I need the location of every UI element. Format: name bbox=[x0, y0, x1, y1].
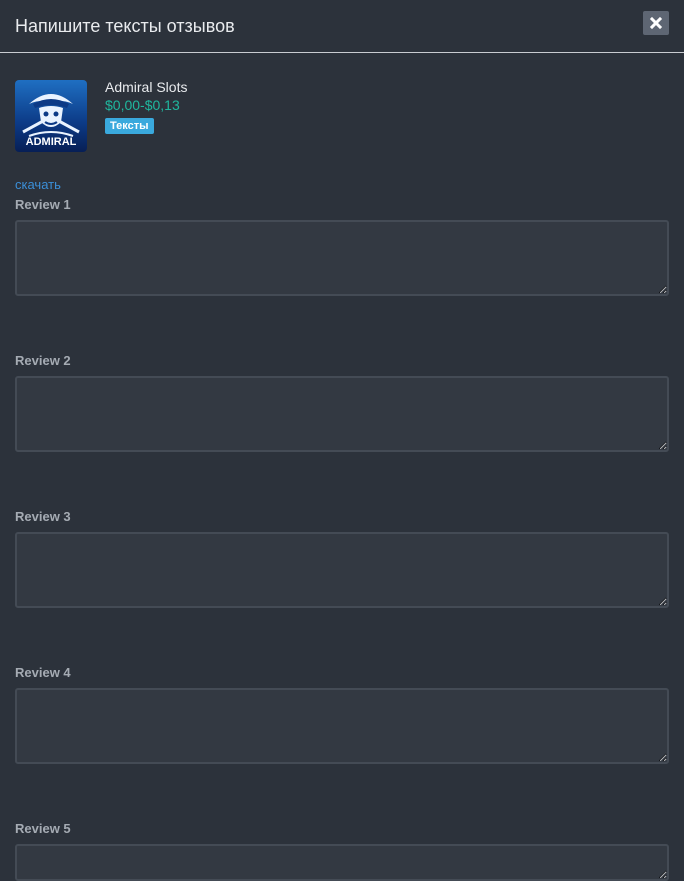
app-price: $0,00-$0,13 bbox=[105, 97, 180, 113]
review-4-input[interactable] bbox=[15, 688, 669, 764]
close-icon bbox=[650, 17, 662, 29]
app-logo: ADMIRAL bbox=[15, 80, 87, 152]
dialog-header: Напишите тексты отзывов bbox=[0, 0, 684, 53]
review-2-label: Review 2 bbox=[15, 353, 71, 368]
review-5-input[interactable] bbox=[15, 844, 669, 881]
review-3-label: Review 3 bbox=[15, 509, 71, 524]
review-5-label: Review 5 bbox=[15, 821, 71, 836]
review-1-label: Review 1 bbox=[15, 197, 71, 212]
review-3-input[interactable] bbox=[15, 532, 669, 608]
dialog-title: Напишите тексты отзывов bbox=[15, 16, 235, 36]
logo-text: ADMIRAL bbox=[26, 136, 77, 148]
review-1-input[interactable] bbox=[15, 220, 669, 296]
download-link[interactable]: скачать bbox=[15, 177, 61, 193]
category-badge: Тексты bbox=[105, 118, 154, 134]
app-name: Admiral Slots bbox=[105, 79, 188, 95]
close-button[interactable] bbox=[643, 11, 669, 35]
review-4-label: Review 4 bbox=[15, 665, 71, 680]
review-2-input[interactable] bbox=[15, 376, 669, 452]
